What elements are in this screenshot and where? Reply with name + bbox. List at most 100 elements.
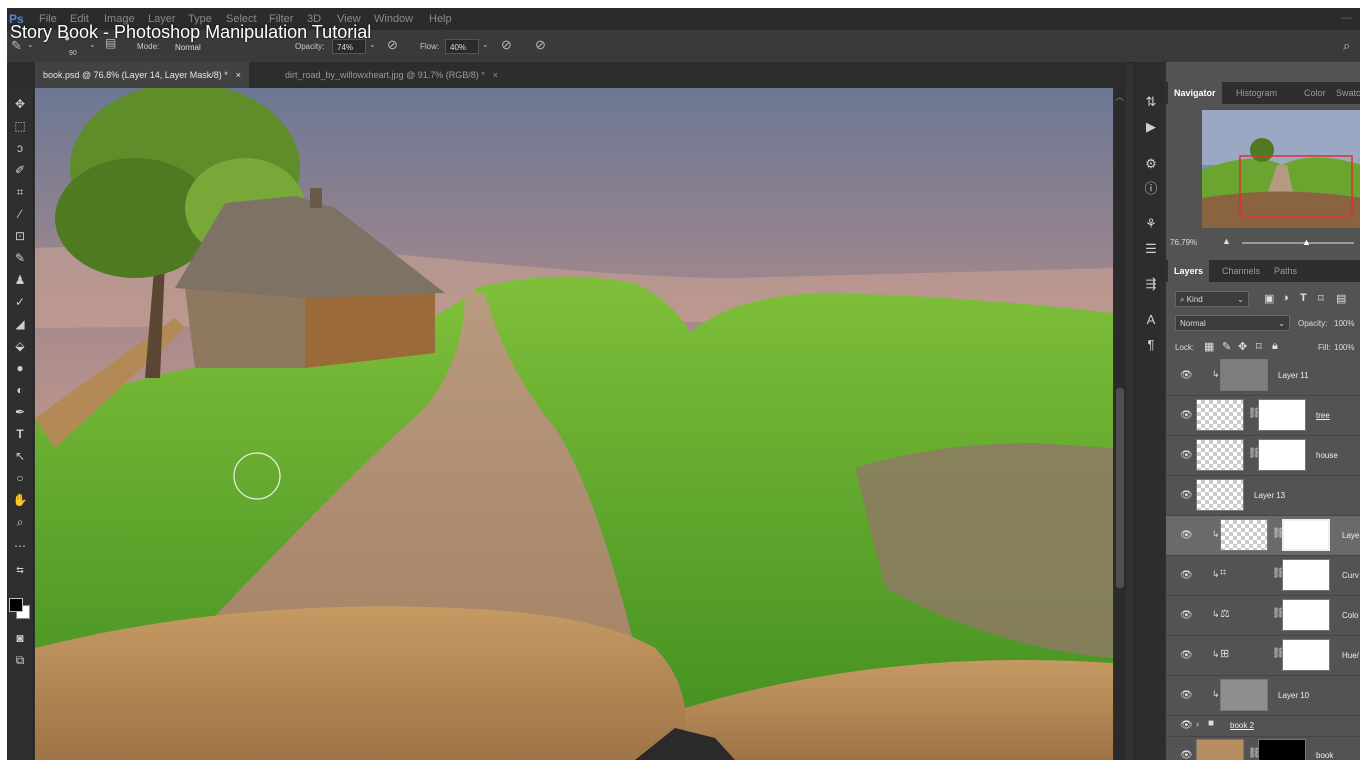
- fill-value[interactable]: 100%: [1334, 343, 1354, 352]
- zoom-slider-handle[interactable]: ▲: [1302, 237, 1311, 247]
- zoom-tool-icon[interactable]: ⌕: [10, 512, 30, 532]
- airbrush-icon[interactable]: ⊘: [501, 37, 512, 53]
- navigator-preview[interactable]: [1202, 110, 1360, 228]
- lasso-tool-icon[interactable]: ↄ: [10, 138, 30, 158]
- filter-smart-object-icon[interactable]: ▤: [1336, 292, 1346, 305]
- eye-icon[interactable]: 👁︎: [1180, 720, 1193, 731]
- scroll-thumb[interactable]: [1116, 388, 1124, 588]
- history-brush-tool-icon[interactable]: ✓: [10, 292, 30, 312]
- document-canvas[interactable]: [35, 88, 1113, 760]
- tab-channels[interactable]: Channels: [1216, 260, 1266, 282]
- paint-bucket-tool-icon[interactable]: ⬙: [10, 336, 30, 356]
- tab-histogram[interactable]: Histogram: [1230, 82, 1283, 104]
- layer-name[interactable]: book: [1316, 751, 1333, 760]
- layer-group-book-2[interactable]: 👁︎ › ■ book 2: [1166, 716, 1360, 737]
- eye-icon[interactable]: 👁︎: [1180, 450, 1193, 461]
- filter-pixel-icon[interactable]: ▣: [1264, 292, 1274, 305]
- menu-window[interactable]: Window: [374, 13, 413, 25]
- character-panel-icon[interactable]: A: [1141, 310, 1161, 330]
- stamp-tool-icon[interactable]: ♟: [10, 270, 30, 290]
- quick-select-tool-icon[interactable]: ✐: [10, 160, 30, 180]
- blend-mode-select[interactable]: Normal ⌄: [1175, 315, 1290, 331]
- expand-arrow-icon[interactable]: ›: [1196, 719, 1199, 729]
- tab-color[interactable]: Color: [1298, 82, 1332, 104]
- layer-row-layer-14[interactable]: 👁︎ ↳ ⛓︎ Laye: [1166, 516, 1360, 556]
- tab-layers[interactable]: Layers: [1168, 260, 1210, 282]
- tab-swatches[interactable]: Swatch: [1330, 82, 1360, 104]
- tab-book-psd[interactable]: book.psd @ 76.8% (Layer 14, Layer Mask/8…: [35, 62, 249, 88]
- hand-tool-icon[interactable]: ✋: [10, 490, 30, 510]
- eye-icon[interactable]: 👁︎: [1180, 650, 1193, 661]
- layer-name[interactable]: Laye: [1342, 531, 1359, 540]
- info-icon[interactable]: ⓘ: [1141, 179, 1161, 199]
- layer-row-book[interactable]: 👁︎ ⛓︎ book: [1166, 736, 1360, 760]
- lock-image-icon[interactable]: ✎: [1222, 340, 1231, 353]
- lock-artboard-icon[interactable]: ⌑: [1256, 340, 1262, 353]
- layer-row-tree[interactable]: 👁︎ ⛓︎ tree: [1166, 396, 1360, 436]
- more-tools-icon[interactable]: ⋯: [10, 536, 30, 556]
- swap-colors-icon[interactable]: ⇆: [10, 560, 30, 580]
- search-icon[interactable]: ⌕: [1343, 38, 1350, 54]
- menu-help[interactable]: Help: [429, 13, 452, 25]
- layer-row-hue-saturation[interactable]: 👁︎ ↳ ⊞ ⛓︎ Hue/: [1166, 636, 1360, 676]
- brush-tool-icon[interactable]: ✎: [10, 248, 30, 268]
- dodge-tool-icon[interactable]: ◐: [10, 380, 30, 400]
- layer-mask-thumbnail[interactable]: [1282, 599, 1330, 631]
- pressure-size-icon[interactable]: ⊘: [535, 37, 546, 53]
- paragraph-panel-icon[interactable]: ¶: [1141, 335, 1161, 355]
- eye-icon[interactable]: 👁︎: [1180, 370, 1193, 381]
- layer-name[interactable]: book 2: [1230, 721, 1254, 730]
- layer-name[interactable]: Layer 10: [1278, 691, 1309, 700]
- path-select-tool-icon[interactable]: ↖: [10, 446, 30, 466]
- move-tool-icon[interactable]: ✥: [10, 94, 30, 114]
- eye-icon[interactable]: 👁︎: [1180, 690, 1193, 701]
- close-icon[interactable]: ×: [236, 70, 241, 80]
- type-tool-icon[interactable]: T: [10, 424, 30, 444]
- eye-icon[interactable]: 👁︎: [1180, 570, 1193, 581]
- eraser-tool-icon[interactable]: ◢: [10, 314, 30, 334]
- layer-name[interactable]: Layer 11: [1278, 371, 1309, 380]
- marquee-tool-icon[interactable]: ⬚: [10, 116, 30, 136]
- layer-name[interactable]: Curv: [1342, 571, 1359, 580]
- minimize-icon[interactable]: —: [1341, 12, 1352, 24]
- blur-tool-icon[interactable]: ●: [10, 358, 30, 378]
- close-icon[interactable]: ×: [493, 70, 498, 80]
- layer-mask-thumbnail[interactable]: [1282, 559, 1330, 591]
- layer-mask-thumbnail[interactable]: [1258, 739, 1306, 760]
- screen-mode-icon[interactable]: ⧉: [10, 650, 30, 670]
- layer-row-layer-11[interactable]: 👁︎ ↳ Layer 11: [1166, 356, 1360, 396]
- layer-row-curves[interactable]: 👁︎ ↳ ⌗ ⛓︎ Curv: [1166, 556, 1360, 596]
- layer-opacity-value[interactable]: 100%: [1334, 319, 1354, 328]
- foreground-color-swatch[interactable]: [9, 598, 23, 612]
- brushes-panel-icon[interactable]: ⚘: [1141, 214, 1161, 234]
- properties-panel-icon[interactable]: ⚙: [1141, 154, 1161, 174]
- lock-all-icon[interactable]: 🔒︎: [1272, 340, 1278, 353]
- eye-icon[interactable]: 👁︎: [1180, 610, 1193, 621]
- vertical-scrollbar[interactable]: ︿: [1114, 88, 1126, 760]
- zoom-slider[interactable]: [1242, 242, 1354, 244]
- pressure-opacity-icon[interactable]: ⊘: [387, 37, 398, 53]
- layer-kind-filter[interactable]: ⌕ Kind ⌄: [1175, 291, 1249, 307]
- layer-row-color-balance[interactable]: 👁︎ ↳ ⚖ ⛓︎ Colo: [1166, 596, 1360, 636]
- layer-row-layer-10[interactable]: 👁︎ ↳ Layer 10: [1166, 676, 1360, 716]
- eyedropper-tool-icon[interactable]: ⁄: [10, 204, 30, 224]
- layer-mask-thumbnail[interactable]: [1258, 399, 1306, 431]
- layer-name[interactable]: Colo: [1342, 611, 1358, 620]
- layer-comps-icon[interactable]: ⇶: [1141, 274, 1161, 294]
- eye-icon[interactable]: 👁︎: [1180, 490, 1193, 501]
- filter-type-icon[interactable]: T: [1300, 292, 1307, 304]
- actions-play-icon[interactable]: ▶: [1141, 117, 1161, 137]
- ellipse-tool-icon[interactable]: ○: [10, 468, 30, 488]
- eye-icon[interactable]: 👁︎: [1180, 530, 1193, 541]
- zoom-out-icon[interactable]: ▲: [1222, 236, 1231, 246]
- layer-row-layer-13[interactable]: 👁︎ Layer 13: [1166, 476, 1360, 516]
- layer-name[interactable]: Hue/: [1342, 651, 1359, 660]
- patch-tool-icon[interactable]: ⊡: [10, 226, 30, 246]
- layer-row-house[interactable]: 👁︎ ⛓︎ house: [1166, 436, 1360, 476]
- flow-chevron-icon[interactable]: ⌄: [482, 40, 489, 49]
- flow-input[interactable]: 40%: [445, 39, 479, 54]
- layer-name[interactable]: Layer 13: [1254, 491, 1285, 500]
- tab-dirt-road[interactable]: dirt_road_by_willowxheart.jpg @ 91.7% (R…: [277, 62, 506, 88]
- layer-mask-thumbnail[interactable]: [1282, 639, 1330, 671]
- layer-name[interactable]: house: [1316, 451, 1338, 460]
